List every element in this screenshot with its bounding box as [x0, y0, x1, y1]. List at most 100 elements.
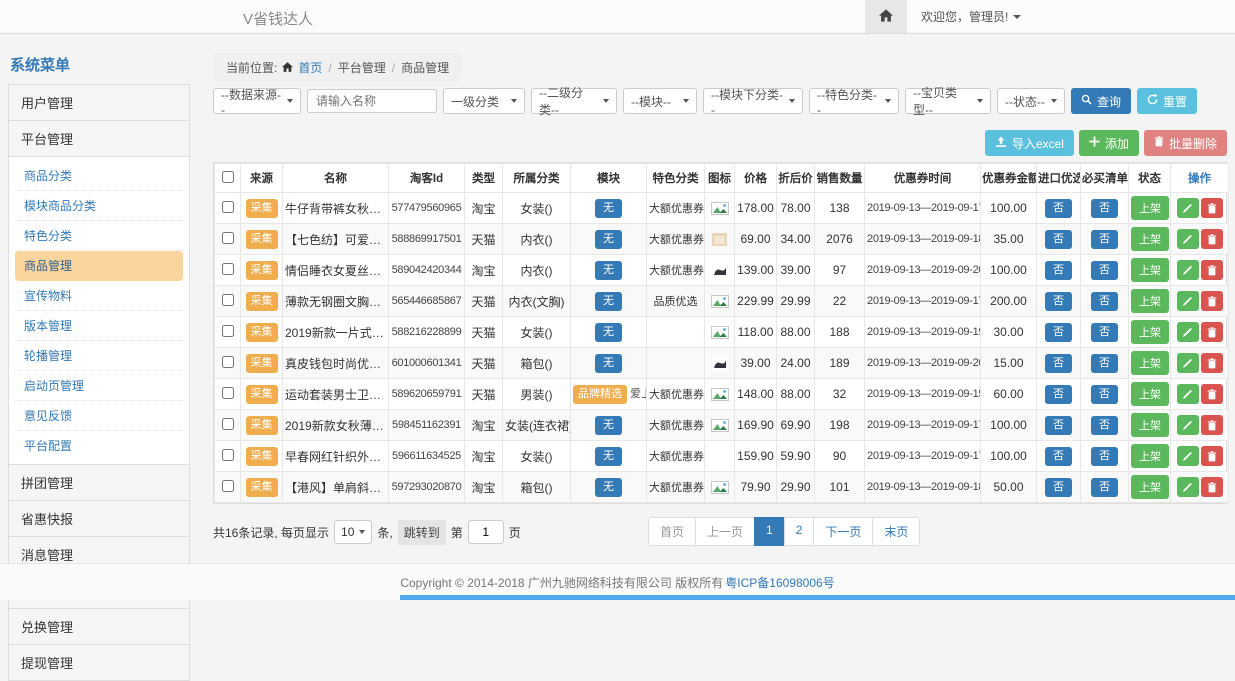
delete-button[interactable] — [1201, 198, 1223, 218]
sidebar-item-feature-category[interactable]: 特色分类 — [15, 221, 183, 251]
page-button[interactable]: 1 — [754, 517, 785, 546]
filter-select-level2-category[interactable]: --二级分类-- — [531, 88, 617, 114]
delete-button[interactable] — [1201, 384, 1223, 404]
filter-select-item-type[interactable]: --宝贝类型-- — [905, 88, 991, 114]
must-buy-toggle[interactable]: 否 — [1091, 230, 1118, 249]
home-button[interactable] — [865, 0, 907, 33]
import-select-toggle[interactable]: 否 — [1045, 261, 1072, 280]
import-select-toggle[interactable]: 否 — [1045, 230, 1072, 249]
edit-button[interactable] — [1177, 291, 1199, 311]
reset-button[interactable]: 重置 — [1137, 88, 1197, 114]
row-checkbox[interactable] — [222, 232, 234, 244]
status-button[interactable]: 上架 — [1131, 227, 1169, 251]
sidebar-item-platform-config[interactable]: 平台配置 — [15, 431, 183, 460]
must-buy-toggle[interactable]: 否 — [1091, 354, 1118, 373]
must-buy-toggle[interactable]: 否 — [1091, 292, 1118, 311]
delete-button[interactable] — [1201, 322, 1223, 342]
search-button[interactable]: 查询 — [1071, 88, 1131, 114]
delete-button[interactable] — [1201, 260, 1223, 280]
import-select-toggle[interactable]: 否 — [1045, 354, 1072, 373]
import-excel-button[interactable]: 导入excel — [985, 130, 1074, 156]
must-buy-toggle[interactable]: 否 — [1091, 385, 1118, 404]
must-buy-toggle[interactable]: 否 — [1091, 323, 1118, 342]
import-select-toggle[interactable]: 否 — [1045, 199, 1072, 218]
status-button[interactable]: 上架 — [1131, 196, 1169, 220]
status-button[interactable]: 上架 — [1131, 258, 1169, 282]
row-checkbox[interactable] — [222, 480, 234, 492]
page-button[interactable]: 下一页 — [813, 517, 873, 546]
row-checkbox[interactable] — [222, 325, 234, 337]
filter-select-level1-category[interactable]: 一级分类 — [443, 88, 525, 114]
page-button[interactable]: 上一页 — [695, 517, 755, 546]
row-checkbox[interactable] — [222, 449, 234, 461]
edit-button[interactable] — [1177, 322, 1199, 342]
sidebar-item-feedback[interactable]: 意见反馈 — [15, 401, 183, 431]
status-button[interactable]: 上架 — [1131, 444, 1169, 468]
edit-button[interactable] — [1177, 477, 1199, 497]
delete-button[interactable] — [1201, 229, 1223, 249]
filter-select-data-source[interactable]: --数据来源-- — [213, 88, 301, 114]
horizontal-scrollbar[interactable] — [400, 595, 1235, 600]
user-menu[interactable]: 欢迎您，管理员! — [907, 8, 1035, 25]
must-buy-toggle[interactable]: 否 — [1091, 478, 1118, 497]
import-select-toggle[interactable]: 否 — [1045, 478, 1072, 497]
page-button[interactable]: 末页 — [872, 517, 920, 546]
import-select-toggle[interactable]: 否 — [1045, 323, 1072, 342]
edit-button[interactable] — [1177, 229, 1199, 249]
sidebar-group-platform-mgmt[interactable]: 平台管理 — [8, 120, 190, 157]
sidebar-group-group-buy-mgmt[interactable]: 拼团管理 — [8, 464, 190, 501]
page-button[interactable]: 首页 — [648, 517, 696, 546]
sidebar-item-version-mgmt[interactable]: 版本管理 — [15, 311, 183, 341]
sidebar-item-goods-mgmt[interactable]: 商品管理 — [15, 251, 183, 281]
row-checkbox[interactable] — [222, 418, 234, 430]
must-buy-toggle[interactable]: 否 — [1091, 261, 1118, 280]
sidebar-item-carousel-mgmt[interactable]: 轮播管理 — [15, 341, 183, 371]
edit-button[interactable] — [1177, 260, 1199, 280]
edit-button[interactable] — [1177, 415, 1199, 435]
row-checkbox[interactable] — [222, 294, 234, 306]
sidebar-group-saving-news[interactable]: 省惠快报 — [8, 500, 190, 537]
import-select-toggle[interactable]: 否 — [1045, 447, 1072, 466]
edit-button[interactable] — [1177, 198, 1199, 218]
sidebar-group-clipped-last[interactable]: 提现管理 — [8, 644, 190, 681]
jump-to-button[interactable]: 跳转到 — [398, 520, 446, 545]
row-checkbox[interactable] — [222, 356, 234, 368]
name-search-input[interactable] — [307, 89, 437, 113]
must-buy-toggle[interactable]: 否 — [1091, 199, 1118, 218]
sidebar-group-exchange-mgmt[interactable]: 兑换管理 — [8, 608, 190, 645]
filter-select-module-subcategory[interactable]: --模块下分类-- — [703, 88, 803, 114]
row-checkbox[interactable] — [222, 387, 234, 399]
filter-select-feature-category[interactable]: --特色分类-- — [809, 88, 899, 114]
status-button[interactable]: 上架 — [1131, 413, 1169, 437]
sidebar-item-splash-mgmt[interactable]: 启动页管理 — [15, 371, 183, 401]
edit-button[interactable] — [1177, 384, 1199, 404]
page-number-input[interactable] — [468, 520, 504, 544]
import-select-toggle[interactable]: 否 — [1045, 385, 1072, 404]
must-buy-toggle[interactable]: 否 — [1091, 447, 1118, 466]
edit-button[interactable] — [1177, 446, 1199, 466]
delete-button[interactable] — [1201, 415, 1223, 435]
status-button[interactable]: 上架 — [1131, 289, 1169, 313]
row-checkbox[interactable] — [222, 263, 234, 275]
delete-button[interactable] — [1201, 477, 1223, 497]
batch-delete-button[interactable]: 批量删除 — [1144, 130, 1227, 156]
edit-button[interactable] — [1177, 353, 1199, 373]
import-select-toggle[interactable]: 否 — [1045, 292, 1072, 311]
filter-select-status[interactable]: --状态-- — [997, 88, 1065, 114]
status-button[interactable]: 上架 — [1131, 320, 1169, 344]
sidebar-item-promo-material[interactable]: 宣传物料 — [15, 281, 183, 311]
delete-button[interactable] — [1201, 446, 1223, 466]
status-button[interactable]: 上架 — [1131, 382, 1169, 406]
icp-link[interactable]: 粤ICP备16098006号 — [725, 574, 834, 591]
row-checkbox[interactable] — [222, 201, 234, 213]
sidebar-group-user-mgmt[interactable]: 用户管理 — [8, 84, 190, 121]
sidebar-item-goods-category[interactable]: 商品分类 — [15, 161, 183, 191]
delete-button[interactable] — [1201, 291, 1223, 311]
select-all-checkbox[interactable] — [222, 171, 234, 183]
import-select-toggle[interactable]: 否 — [1045, 416, 1072, 435]
must-buy-toggle[interactable]: 否 — [1091, 416, 1118, 435]
filter-select-module[interactable]: --模块-- — [623, 88, 697, 114]
status-button[interactable]: 上架 — [1131, 475, 1169, 499]
sidebar-item-module-goods-category[interactable]: 模块商品分类 — [15, 191, 183, 221]
add-button[interactable]: 添加 — [1079, 130, 1139, 156]
